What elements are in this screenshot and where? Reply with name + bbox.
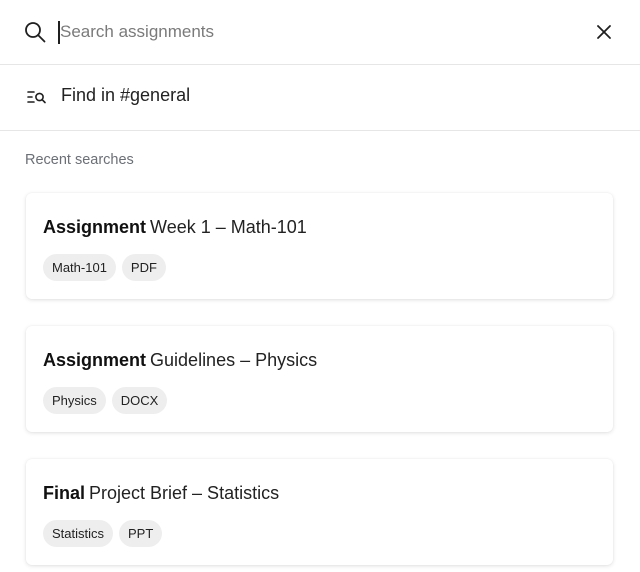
recent-search-title: Assignment Week 1 – Math-101 (43, 217, 307, 238)
recent-search-keyword: Assignment (43, 217, 147, 237)
tag-chip: Math-101 (43, 254, 116, 281)
tag-chip: DOCX (111, 387, 168, 414)
recent-search-title: Assignment Guidelines – Physics (43, 350, 317, 371)
recent-searches-heading: Recent searches (25, 152, 134, 168)
tag-chip: PPT (119, 520, 163, 547)
find-in-channel-option[interactable]: Find in #general (0, 65, 640, 131)
recent-search-item[interactable]: Final Project Brief – Statistics Statisti… (26, 459, 613, 565)
tag-chip: PDF (121, 254, 166, 281)
find-in-channel-label: Find in #general (61, 85, 191, 105)
search-bar (0, 0, 640, 65)
search-input[interactable] (60, 17, 560, 47)
recent-search-text: Guidelines – Physics (150, 350, 318, 370)
recent-search-item[interactable]: Assignment Week 1 – Math-101 Math-101 PDF (26, 193, 613, 299)
recent-search-keyword: Assignment (43, 350, 147, 370)
tag-list: Math-101 PDF (43, 254, 166, 281)
recent-search-text: Week 1 – Math-101 (150, 217, 307, 237)
tag-list: Statistics PPT (43, 520, 163, 547)
tag-chip: Physics (43, 387, 106, 414)
search-icon (25, 22, 46, 43)
recent-search-text: Project Brief – Statistics (89, 483, 280, 503)
recent-search-keyword: Final (43, 483, 86, 503)
tag-chip: Statistics (43, 520, 114, 547)
find-in-channel-icon (27, 91, 46, 104)
recent-search-item[interactable]: Assignment Guidelines – Physics Physics D… (26, 326, 613, 432)
close-icon[interactable] (592, 20, 616, 44)
tag-list: Physics DOCX (43, 387, 168, 414)
recent-search-title: Final Project Brief – Statistics (43, 483, 279, 504)
